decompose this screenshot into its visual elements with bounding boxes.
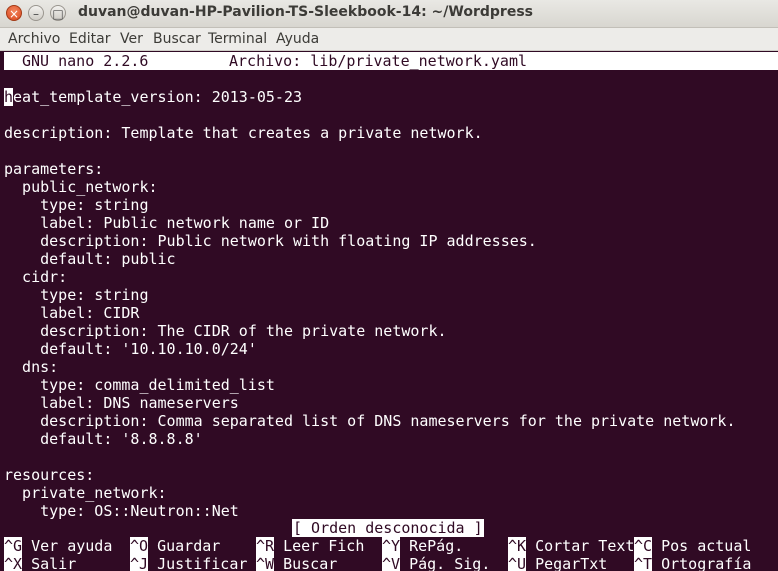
menu-buscar[interactable]: Buscar	[153, 31, 201, 47]
terminal-area[interactable]: GNU nano 2.2.6 Archivo: lib/private_netwo…	[0, 51, 778, 571]
shortcut-item[interactable]: ^X Salir	[4, 555, 76, 571]
editor-line: parameters:	[4, 160, 104, 178]
shortcut-key: ^O	[130, 537, 149, 555]
terminal-window: × – □ duvan@duvan-HP-Pavilion-TS-Sleekbo…	[0, 0, 778, 571]
shortcut-key: ^J	[130, 555, 149, 571]
shortcut-label: Leer Fich	[274, 537, 365, 555]
editor-line: type: OS::Neutron::Net	[4, 502, 239, 520]
shortcut-label: Cortar Text	[526, 537, 635, 555]
editor-line: description: Public network with floatin…	[4, 232, 537, 250]
editor-line: default: '8.8.8.8'	[4, 430, 203, 448]
editor-line: type: string	[4, 286, 149, 304]
editor-line: default: '10.10.10.0/24'	[4, 340, 257, 358]
shortcut-key: ^Y	[382, 537, 401, 555]
nano-version: GNU nano 2.2.6	[22, 52, 149, 70]
shortcut-label: RePág.	[400, 537, 464, 555]
window-title: duvan@duvan-HP-Pavilion-TS-Sleekbook-14:…	[78, 4, 533, 20]
shortcut-label: Guardar	[148, 537, 221, 555]
shortcut-key: ^K	[508, 537, 527, 555]
editor-line: description: Comma separated list of DNS…	[4, 412, 736, 430]
shortcut-item[interactable]: ^U PegarTxt	[508, 555, 607, 571]
editor-line: resources:	[4, 466, 95, 484]
shortcut-key: ^U	[508, 555, 527, 571]
minimize-icon: –	[33, 7, 39, 21]
shortcut-label: Buscar	[274, 555, 338, 571]
editor-line: dns:	[4, 358, 59, 376]
maximize-window-button[interactable]: □	[50, 5, 66, 21]
maximize-icon: □	[52, 7, 64, 21]
shortcut-label: Pág. Sig.	[400, 555, 491, 571]
editor-line: public_network:	[4, 178, 158, 196]
shortcut-item[interactable]: ^O Guardar	[130, 537, 220, 555]
shortcut-label: Pos actual	[652, 537, 752, 555]
editor-line: heat_template_version: 2013-05-23	[4, 88, 302, 106]
editor-line: default: public	[4, 250, 176, 268]
menu-ver[interactable]: Ver	[120, 31, 143, 47]
shortcut-item[interactable]: ^T Ortografía	[634, 555, 751, 571]
menu-archivo[interactable]: Archivo	[8, 31, 60, 47]
editor-line: type: comma_delimited_list	[4, 376, 275, 394]
editor-line: label: DNS nameservers	[4, 394, 239, 412]
minimize-window-button[interactable]: –	[28, 5, 44, 21]
editor-line: label: CIDR	[4, 304, 140, 322]
shortcut-key: ^X	[4, 555, 23, 571]
nano-file-label: Archivo: lib/private_network.yaml	[229, 52, 528, 70]
shortcut-label: Ver ayuda	[22, 537, 113, 555]
shortcut-key: ^V	[382, 555, 401, 571]
text-cursor: h	[4, 88, 14, 106]
menu-bar: Archivo Editar Ver Buscar Terminal Ayuda	[0, 28, 778, 51]
editor-line: description: The CIDR of the private net…	[4, 322, 447, 340]
shortcut-item[interactable]: ^C Pos actual	[634, 537, 751, 555]
menu-ayuda[interactable]: Ayuda	[276, 31, 319, 47]
title-bar[interactable]: × – □ duvan@duvan-HP-Pavilion-TS-Sleekbo…	[0, 0, 778, 28]
close-icon: ×	[8, 7, 20, 21]
shortcut-item[interactable]: ^R Leer Fich	[256, 537, 364, 555]
editor-line-text: eat_template_version: 2013-05-23	[13, 88, 303, 106]
status-message: [ Orden desconocida ]	[292, 519, 484, 537]
editor-line: type: string	[4, 196, 149, 214]
shortcut-label: Salir	[22, 555, 77, 571]
editor-line: description: Template that creates a pri…	[4, 124, 483, 142]
close-window-button[interactable]: ×	[6, 5, 22, 21]
shortcut-item[interactable]: ^K Cortar Text	[508, 537, 634, 555]
shortcut-item[interactable]: ^V Pág. Sig.	[382, 555, 490, 571]
editor-line: private_network:	[4, 484, 167, 502]
editor-line: cidr:	[4, 268, 68, 286]
shortcut-item[interactable]: ^G Ver ayuda	[4, 537, 112, 555]
menu-terminal[interactable]: Terminal	[208, 31, 267, 47]
shortcut-key: ^G	[4, 537, 23, 555]
shortcut-key: ^C	[634, 537, 653, 555]
shortcut-item[interactable]: ^J Justificar	[130, 555, 247, 571]
nano-header: GNU nano 2.2.6 Archivo: lib/private_netwo…	[4, 52, 778, 70]
editor-line: label: Public network name or ID	[4, 214, 330, 232]
shortcut-key: ^W	[256, 555, 275, 571]
shortcut-label: Justificar	[148, 555, 248, 571]
shortcut-key: ^R	[256, 537, 275, 555]
menu-editar[interactable]: Editar	[69, 31, 110, 47]
shortcut-item[interactable]: ^Y RePág.	[382, 537, 463, 555]
shortcut-item[interactable]: ^W Buscar	[256, 555, 337, 571]
shortcut-label: PegarTxt	[526, 555, 608, 571]
shortcut-label: Ortografía	[652, 555, 752, 571]
shortcut-key: ^T	[634, 555, 653, 571]
